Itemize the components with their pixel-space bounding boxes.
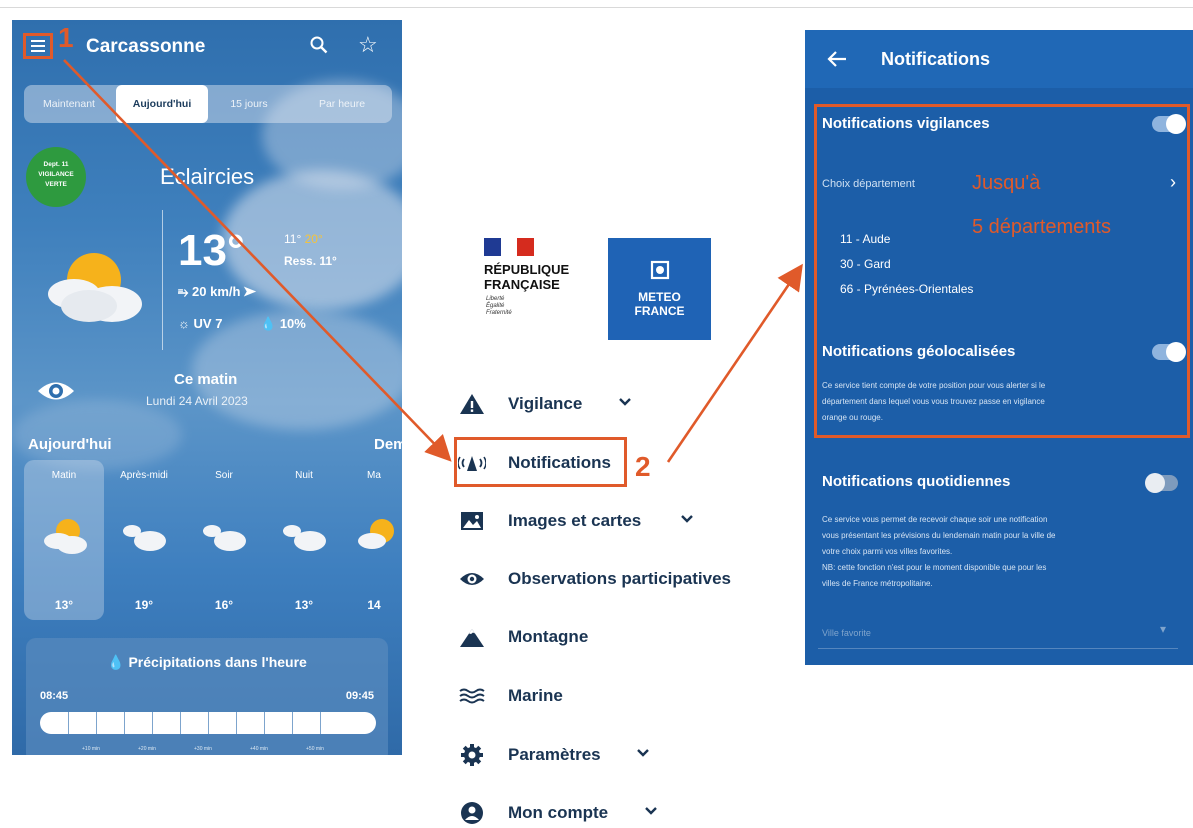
cloud-icon xyxy=(283,525,326,551)
chevron-right-icon[interactable]: › xyxy=(1170,172,1176,193)
precip-tick: +20 min xyxy=(138,746,156,752)
vigilance-badge[interactable]: Dept. 11 VIGILANCE VERTE xyxy=(26,147,86,207)
precipitation-title: 💧 Précipitations dans l'heure xyxy=(107,654,307,670)
eye-icon xyxy=(460,573,484,585)
republique-francaise-logo: RÉPUBLIQUE FRANÇAISE Liberté Égalité Fra… xyxy=(484,238,596,338)
department-choice-label[interactable]: Choix département xyxy=(822,178,915,190)
favorite-city-select[interactable]: Ville favorite xyxy=(822,628,871,638)
tab-15-jours[interactable]: 15 jours xyxy=(214,85,284,123)
image-icon xyxy=(461,512,483,530)
chevron-down-icon xyxy=(637,749,649,757)
gear-icon xyxy=(461,744,483,766)
forecast-evening[interactable]: Soir 16° xyxy=(184,460,264,620)
weather-description: Eclaircies xyxy=(160,164,255,189)
daily-notifications-title: Notifications quotidiennes xyxy=(822,473,1011,490)
current-temperature: 13° xyxy=(178,226,245,275)
notifications-header: Notifications xyxy=(805,30,1193,88)
meteo-france-symbol-icon xyxy=(650,260,670,280)
menu-icon[interactable] xyxy=(23,33,53,59)
select-underline xyxy=(818,648,1178,649)
precip-tick: +30 min xyxy=(194,746,212,752)
tomorrow-label: Dem xyxy=(374,436,402,453)
chevron-down-icon xyxy=(619,398,631,406)
department-item[interactable]: 66 - Pyrénées-Orientales xyxy=(840,282,973,296)
department-item[interactable]: 30 - Gard xyxy=(840,257,891,271)
tab-par-heure[interactable]: Par heure xyxy=(300,85,384,123)
forecast-night[interactable]: Nuit 13° xyxy=(264,460,344,620)
today-label: Aujourd'hui xyxy=(28,436,112,453)
city-name: Carcassonne xyxy=(86,36,206,57)
rain-probability: 💧 10% xyxy=(260,316,306,331)
chevron-down-icon xyxy=(681,515,693,523)
sun-cloud-icon xyxy=(48,253,142,322)
french-flag-icon xyxy=(484,238,534,256)
precip-tick: +40 min xyxy=(250,746,268,752)
cloud-icon xyxy=(123,525,166,551)
user-icon xyxy=(461,802,483,824)
geolocated-description: Ce service tient compte de votre positio… xyxy=(822,381,1046,422)
notification-wave-icon xyxy=(458,456,486,471)
feels-like: Ress. 11° xyxy=(284,254,337,268)
vigilance-toggle[interactable] xyxy=(1152,114,1186,134)
annotation-text-1: Jusqu'à xyxy=(972,172,1041,194)
sun-cloud-icon xyxy=(44,519,87,554)
period-title: Ce matin xyxy=(174,371,238,388)
precipitation-card[interactable]: 💧 Précipitations dans l'heure 08:45 09:4… xyxy=(26,638,388,755)
wind-speed: ⥱ 20 km/h ➤ xyxy=(178,284,256,299)
tab-maintenant[interactable]: Maintenant xyxy=(28,85,110,123)
waves-icon xyxy=(459,688,485,704)
precip-start-time: 08:45 xyxy=(40,690,69,702)
precip-tick: +50 min xyxy=(306,746,324,752)
back-arrow-icon[interactable] xyxy=(827,50,847,68)
step-number-2: 2 xyxy=(635,451,651,482)
top-divider xyxy=(0,7,1193,8)
date-label: Lundi 24 Avril 2023 xyxy=(146,394,248,408)
uv-index: ☼ UV 7 xyxy=(178,316,223,331)
weather-app-screen: Carcassonne ☆ Maintenant Aujourd'hui 15 … xyxy=(12,20,402,755)
notifications-title: Notifications xyxy=(881,49,991,69)
precip-end-time: 09:45 xyxy=(345,690,374,702)
meteo-france-logo: METEO FRANCE xyxy=(608,238,711,340)
step-number-1: 1 xyxy=(58,22,74,53)
annotation-text-2: 5 départements xyxy=(972,216,1111,238)
precip-tick: +10 min xyxy=(82,746,100,752)
eye-icon[interactable] xyxy=(36,378,76,404)
mountain-icon xyxy=(460,629,484,647)
chevron-down-icon[interactable]: ▾ xyxy=(1160,622,1166,636)
forecast-tomorrow-morning[interactable]: Ma 14 xyxy=(344,460,402,620)
forecast-morning[interactable]: Matin 13° xyxy=(24,460,104,620)
min-max-temperature: 11° 20° xyxy=(284,232,323,246)
chevron-down-icon xyxy=(645,807,657,815)
geolocated-toggle[interactable] xyxy=(1152,342,1186,362)
search-icon[interactable] xyxy=(310,36,328,54)
warning-icon xyxy=(460,394,484,414)
divider xyxy=(162,210,163,350)
forecast-afternoon[interactable]: Après-midi 19° xyxy=(104,460,184,620)
geolocated-notifications-title: Notifications géolocalisées xyxy=(822,343,1016,360)
precipitation-bar xyxy=(40,712,376,734)
daily-toggle[interactable] xyxy=(1145,473,1178,493)
period-tabs: Maintenant Aujourd'hui 15 jours Par heur… xyxy=(24,85,392,123)
favorite-star-icon[interactable]: ☆ xyxy=(358,34,384,56)
daily-description: Ce service vous permet de recevoir chaqu… xyxy=(822,515,1056,588)
vigilance-notifications-title: Notifications vigilances xyxy=(822,115,990,132)
tab-aujourdhui[interactable]: Aujourd'hui xyxy=(116,85,208,123)
department-item[interactable]: 11 - Aude xyxy=(840,232,890,246)
cloud-icon xyxy=(203,525,246,551)
sun-cloud-icon xyxy=(358,519,394,549)
